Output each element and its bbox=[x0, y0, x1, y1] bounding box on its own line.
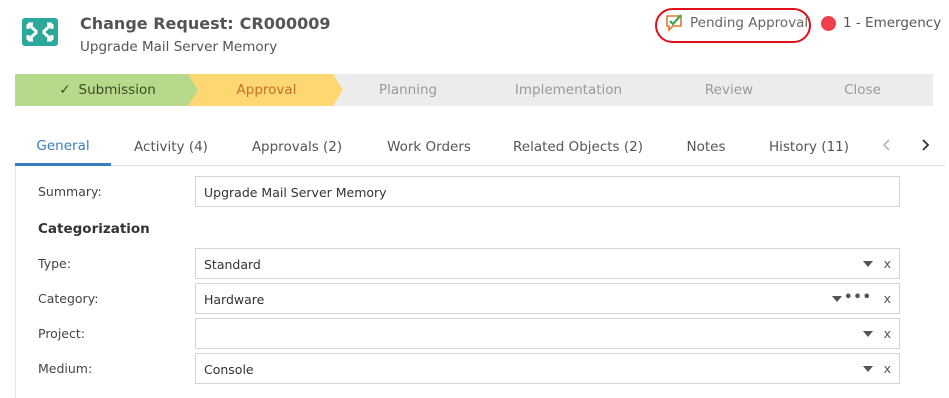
page-subtitle: Upgrade Mail Server Memory bbox=[80, 39, 278, 55]
stage-label: Approval bbox=[236, 82, 297, 98]
stage-label: Submission bbox=[78, 82, 156, 98]
stage-submission[interactable]: ✓ Submission bbox=[15, 74, 200, 106]
stage-label: Implementation bbox=[514, 82, 623, 98]
type-value: Standard bbox=[204, 257, 261, 272]
page-title: Change Request: CR000009 bbox=[80, 14, 331, 33]
tab-general[interactable]: General bbox=[15, 128, 111, 166]
medium-select[interactable]: Console x bbox=[195, 353, 900, 384]
type-label: Type: bbox=[38, 256, 71, 271]
title-prefix: Change Request: bbox=[80, 14, 234, 33]
tab-bar: General Activity (4) Approvals (2) Work … bbox=[15, 128, 945, 166]
summary-label: Summary: bbox=[38, 184, 102, 199]
categorization-heading: Categorization bbox=[38, 221, 150, 237]
stage-implementation[interactable]: Implementation bbox=[471, 74, 666, 106]
tab-activity[interactable]: Activity (4) bbox=[121, 128, 221, 166]
tab-work-orders[interactable]: Work Orders bbox=[377, 128, 481, 166]
more-options-icon[interactable]: ••• bbox=[844, 290, 872, 305]
dropdown-caret-icon[interactable] bbox=[863, 366, 873, 372]
project-select[interactable]: x bbox=[195, 318, 900, 349]
category-label: Category: bbox=[38, 291, 99, 306]
request-number: CR000009 bbox=[239, 14, 331, 33]
category-select[interactable]: Hardware ••• x bbox=[195, 283, 900, 314]
tab-related-objects[interactable]: Related Objects (2) bbox=[507, 128, 649, 166]
dropdown-caret-icon[interactable] bbox=[832, 296, 842, 302]
priority-label[interactable]: 1 - Emergency bbox=[843, 15, 941, 31]
clear-icon[interactable]: x bbox=[884, 291, 891, 306]
dropdown-caret-icon[interactable] bbox=[863, 261, 873, 267]
type-select[interactable]: Standard x bbox=[195, 248, 900, 279]
summary-value: Upgrade Mail Server Memory bbox=[204, 185, 387, 200]
category-value: Hardware bbox=[204, 292, 265, 307]
stage-close[interactable]: Close bbox=[792, 74, 933, 106]
summary-field[interactable]: Upgrade Mail Server Memory bbox=[195, 176, 900, 207]
stage-approval[interactable]: Approval bbox=[188, 74, 345, 106]
status-label[interactable]: Pending Approval bbox=[690, 15, 808, 31]
chevron-right-icon[interactable] bbox=[918, 138, 932, 152]
medium-value: Console bbox=[204, 362, 254, 377]
stage-label: Review bbox=[704, 82, 754, 98]
stage-review[interactable]: Review bbox=[654, 74, 804, 106]
stage-planning[interactable]: Planning bbox=[333, 74, 483, 106]
stage-label: Close bbox=[844, 82, 881, 98]
clear-icon[interactable]: x bbox=[884, 361, 891, 376]
tab-history[interactable]: History (11) bbox=[763, 128, 855, 166]
stage-label: Planning bbox=[378, 82, 438, 98]
project-label: Project: bbox=[38, 326, 85, 341]
dropdown-caret-icon[interactable] bbox=[863, 331, 873, 337]
change-request-icon bbox=[22, 18, 58, 46]
tab-approvals[interactable]: Approvals (2) bbox=[241, 128, 353, 166]
check-icon: ✓ bbox=[59, 82, 71, 98]
tab-notes[interactable]: Notes bbox=[675, 128, 737, 166]
pending-approval-icon bbox=[666, 14, 682, 32]
medium-label: Medium: bbox=[38, 361, 93, 376]
priority-indicator bbox=[821, 16, 836, 31]
chevron-left-icon[interactable] bbox=[880, 138, 894, 152]
clear-icon[interactable]: x bbox=[884, 326, 891, 341]
clear-icon[interactable]: x bbox=[884, 256, 891, 271]
stage-progress-bar: ✓ Submission Approval Planning Implement… bbox=[15, 74, 933, 106]
